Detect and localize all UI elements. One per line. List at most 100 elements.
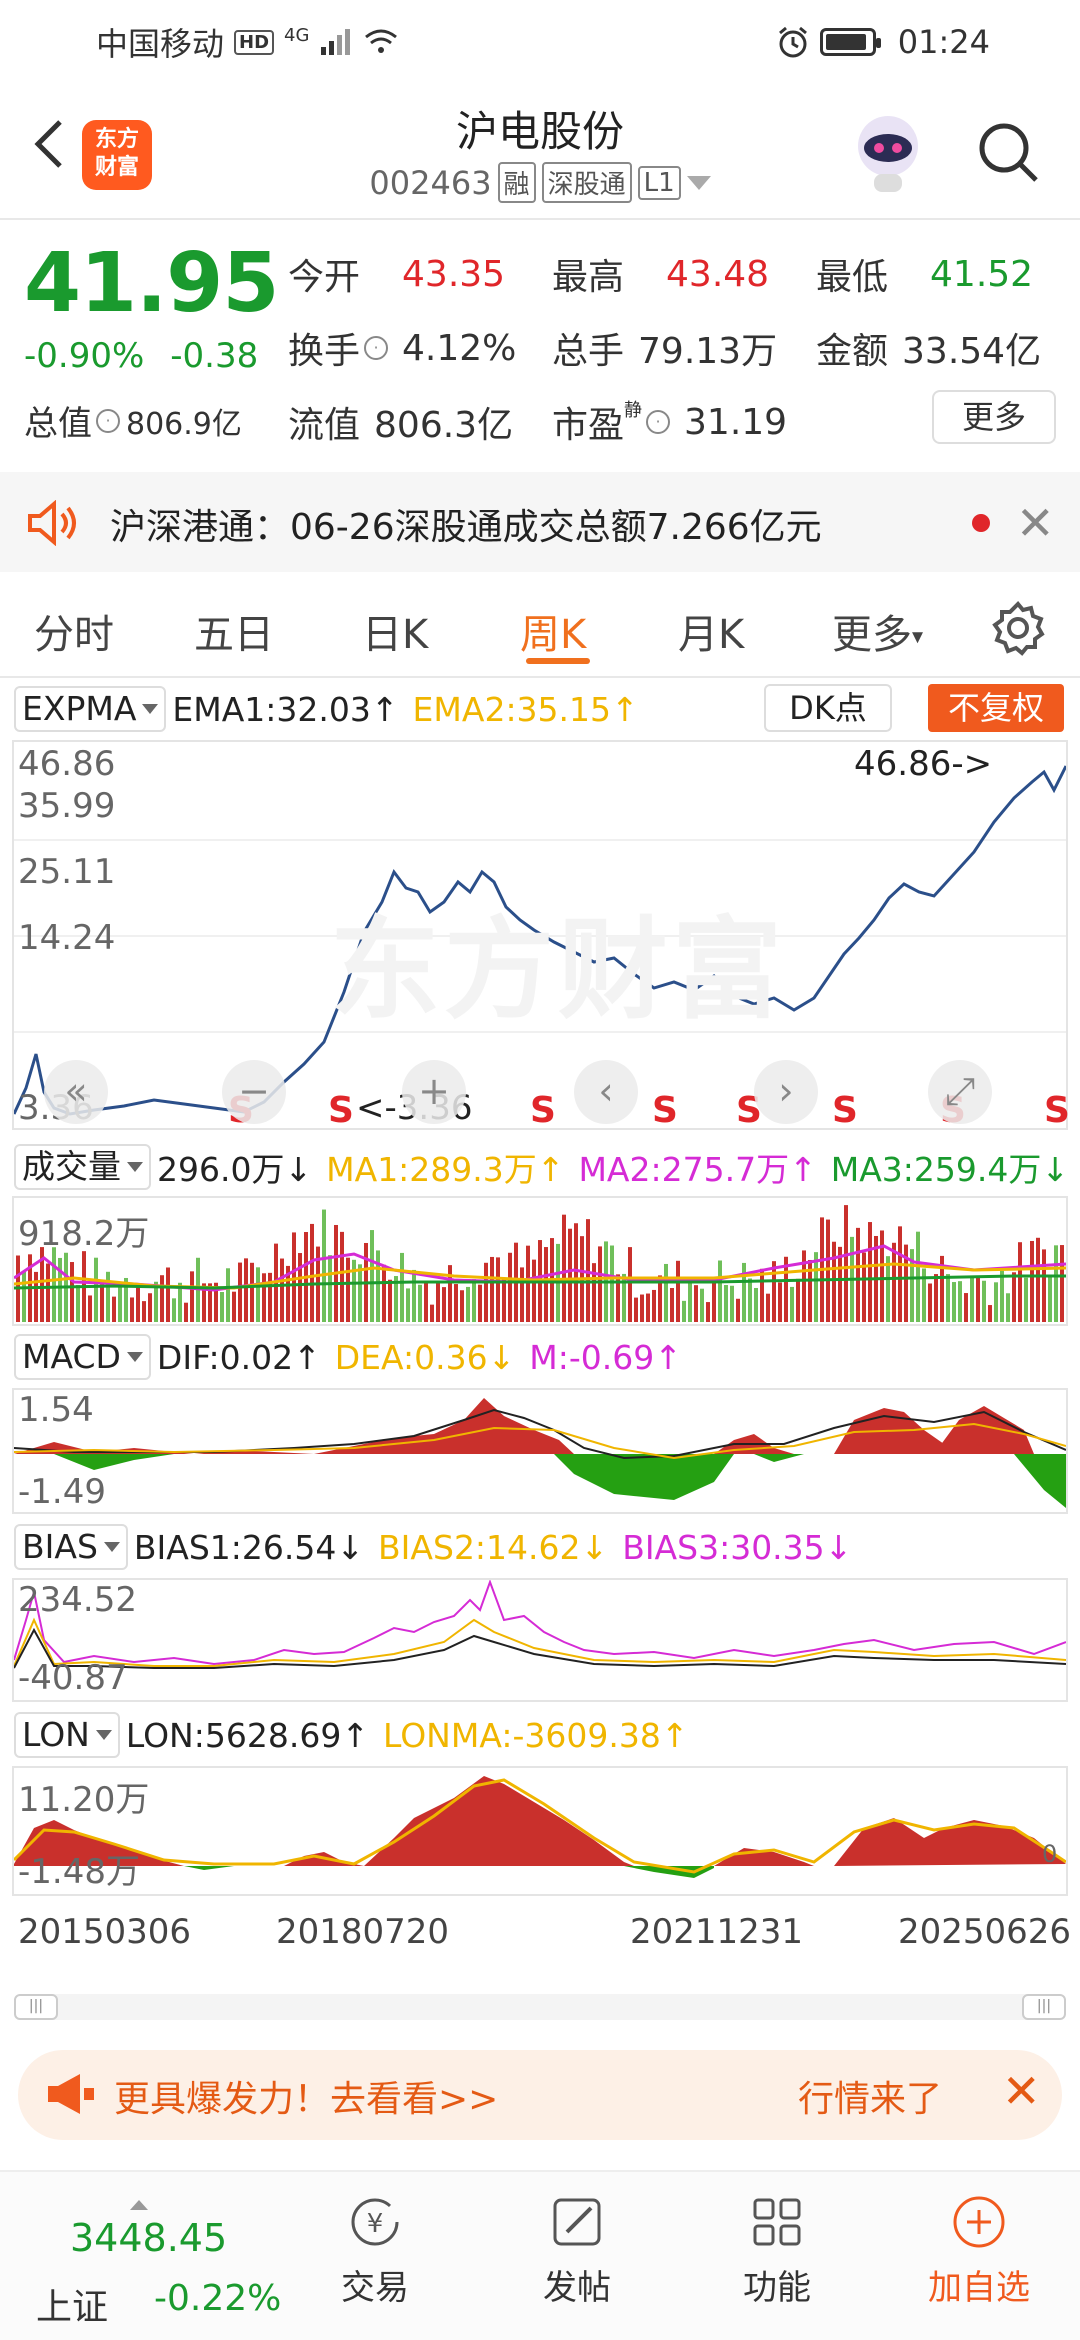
lon-chart-svg <box>14 1776 1066 1878</box>
volume-chart-svg <box>14 1205 1066 1322</box>
macd-selector[interactable]: MACD <box>14 1334 151 1380</box>
high-field: 最高 43.48 <box>552 253 770 299</box>
lon-selector[interactable]: LON <box>14 1712 120 1758</box>
volume-bar <box>598 1246 602 1322</box>
signal-icon <box>321 29 351 55</box>
volume-bar <box>952 1282 956 1322</box>
volume-bar <box>34 1271 38 1322</box>
bias-chart[interactable]: 234.52 -40.87 <box>12 1578 1068 1702</box>
macd-positive-area <box>14 1398 574 1454</box>
volume-bar <box>772 1261 776 1322</box>
scroll-right-icon[interactable]: › <box>754 1060 818 1124</box>
range-scroller[interactable]: ||| ||| <box>14 1994 1066 2020</box>
volume-bar <box>718 1260 722 1322</box>
adjust-button[interactable]: 不复权 <box>928 684 1064 732</box>
volume-bar <box>22 1271 26 1322</box>
price-high-marker: 46.86-> <box>854 744 993 784</box>
nav-add-watchlist[interactable]: 加自选 <box>914 2192 1044 2309</box>
volume-bar <box>568 1228 572 1322</box>
volume-chart[interactable]: 918.2万 <box>12 1196 1068 1326</box>
expma-selector[interactable]: EXPMA <box>14 686 167 732</box>
volume-ma2: MA2:275.7万↑ <box>578 1150 817 1189</box>
volume-bar <box>760 1268 764 1322</box>
volume-bar <box>328 1255 332 1322</box>
promo-banner[interactable]: 更具爆发力！去看看>> 行情来了 ✕ <box>18 2050 1062 2140</box>
volume-bar <box>292 1232 296 1322</box>
news-ticker[interactable]: 沪深港通：06-26深股通成交总额7.266亿元 ✕ <box>0 472 1080 572</box>
zoom-in-icon[interactable]: + <box>402 1060 466 1124</box>
volume-bar <box>94 1257 98 1322</box>
lon-chart[interactable]: 11.20万 -1.48万 0 <box>12 1766 1068 1896</box>
nav-functions[interactable]: 功能 <box>712 2192 842 2309</box>
unread-dot <box>972 514 990 532</box>
tab-weekly-k[interactable]: 周K <box>520 602 586 660</box>
hd-badge: HD <box>234 29 275 55</box>
volume-bar <box>526 1245 530 1322</box>
promo-right-text: 行情来了 <box>798 2079 943 2120</box>
tab-more[interactable]: 更多▾ <box>832 602 923 660</box>
volume-bar <box>262 1273 266 1322</box>
expand-up-icon <box>130 2200 148 2210</box>
volume-bar <box>574 1223 578 1322</box>
fullscreen-icon[interactable]: ⤢ <box>928 1060 992 1124</box>
range-handle-left[interactable]: ||| <box>14 1994 58 2020</box>
volume-bar <box>460 1290 464 1322</box>
volume-bar <box>484 1262 488 1322</box>
volume-bar <box>238 1262 242 1322</box>
volume-bar <box>1018 1242 1022 1322</box>
volume-bar <box>964 1293 968 1322</box>
volume-bar <box>256 1267 260 1322</box>
tag-connect: 深股通 <box>541 162 632 203</box>
volume-selector[interactable]: 成交量 <box>14 1144 151 1190</box>
low-field: 最低 41.52 <box>816 253 1034 299</box>
volume-bar <box>856 1227 860 1322</box>
volume-bar <box>112 1296 116 1322</box>
volume-bar <box>754 1287 758 1322</box>
macd-negative-area <box>54 1454 1066 1508</box>
nav-trade[interactable]: ¥ 交易 <box>310 2192 440 2309</box>
range-handle-right[interactable]: ||| <box>1022 1994 1066 2020</box>
volume-axis-max: 918.2万 <box>18 1214 150 1254</box>
tab-intraday[interactable]: 分时 <box>34 602 114 660</box>
bottom-nav: 3448.45 上证 -0.22% ¥ 交易 发帖 功能 加自选 <box>0 2170 1080 2340</box>
macd-chart[interactable]: 1.54 -1.49 <box>12 1388 1068 1514</box>
lon-value: LON:5628.69↑ <box>125 1715 369 1755</box>
gear-icon[interactable] <box>990 600 1046 656</box>
close-icon[interactable]: ✕ <box>1002 2064 1041 2118</box>
scroll-left-icon[interactable]: ‹ <box>574 1060 638 1124</box>
zoom-out-icon[interactable]: − <box>222 1060 286 1124</box>
info-icon[interactable]: · <box>646 410 671 434</box>
bias-selector[interactable]: BIAS <box>14 1524 128 1570</box>
macd-dea: DEA:0.36↓ <box>334 1337 516 1377</box>
speaker-icon <box>28 500 76 546</box>
tab-daily-k[interactable]: 日K <box>362 602 428 660</box>
change-pct: -0.90% <box>24 336 145 376</box>
index-pct: -0.22% <box>154 2278 282 2319</box>
bias-chart-svg <box>14 1580 1066 1669</box>
volume-bar <box>100 1284 104 1322</box>
sell-signal: S <box>530 1090 556 1131</box>
sell-signal: S <box>1044 1090 1070 1131</box>
more-button[interactable]: 更多 <box>932 390 1056 444</box>
volume-bar <box>640 1294 644 1322</box>
close-icon[interactable]: ✕ <box>1016 496 1055 550</box>
bias3-line <box>14 1580 1066 1666</box>
tab-five-day[interactable]: 五日 <box>194 602 274 660</box>
volume-bar <box>1042 1249 1046 1322</box>
search-icon[interactable] <box>974 118 1044 188</box>
promo-text: 更具爆发力！去看看>> <box>114 2079 499 2120</box>
nav-post[interactable]: 发帖 <box>512 2192 642 2309</box>
tab-monthly-k[interactable]: 月K <box>678 602 744 660</box>
info-icon[interactable]: · <box>364 336 389 360</box>
dk-point-button[interactable]: DK点 <box>764 684 892 732</box>
info-icon[interactable]: · <box>96 408 120 433</box>
price-axis-4: 14.24 <box>18 918 116 958</box>
news-text: 沪深港通：06-26深股通成交总额7.266亿元 <box>110 507 822 548</box>
open-field: 今开 43.35 <box>288 253 506 299</box>
volume-bar <box>796 1278 800 1322</box>
robot-assistant-icon[interactable] <box>848 110 928 196</box>
volume-bar <box>250 1262 254 1322</box>
volume-bar <box>1012 1272 1016 1322</box>
scroll-left-fast-icon[interactable]: « <box>44 1060 108 1124</box>
bias3-value: BIAS3:30.35↓ <box>622 1527 853 1567</box>
